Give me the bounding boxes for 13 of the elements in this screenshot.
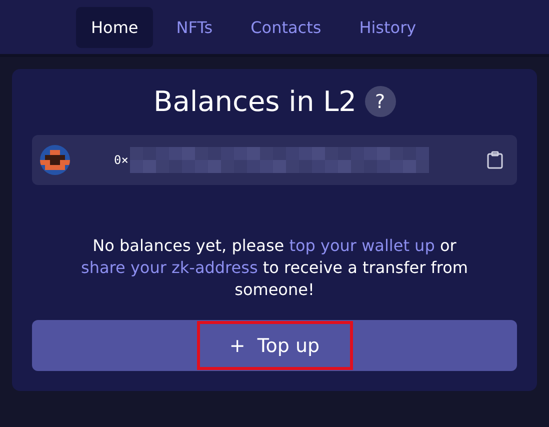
address-prefix: 0× [114,153,128,167]
nav-tab[interactable]: NFTs [161,6,228,48]
clipboard-icon[interactable] [487,151,503,169]
empty-balances-message: No balances yet, please top your wallet up or share your zk-address to receive a transfer from someone! [80,235,469,301]
message-link[interactable]: top your wallet up [289,236,435,255]
nav-tab[interactable]: History [344,6,432,48]
message-link[interactable]: share your zk-address [81,258,258,277]
avatar-icon [40,145,70,175]
nav-tab[interactable]: Contacts [236,6,336,48]
nav-tab[interactable]: Home [76,6,154,48]
top-up-button[interactable]: + Top up [32,320,517,371]
help-button[interactable]: ? [364,86,396,117]
card-title: Balances in L2 [154,85,356,118]
